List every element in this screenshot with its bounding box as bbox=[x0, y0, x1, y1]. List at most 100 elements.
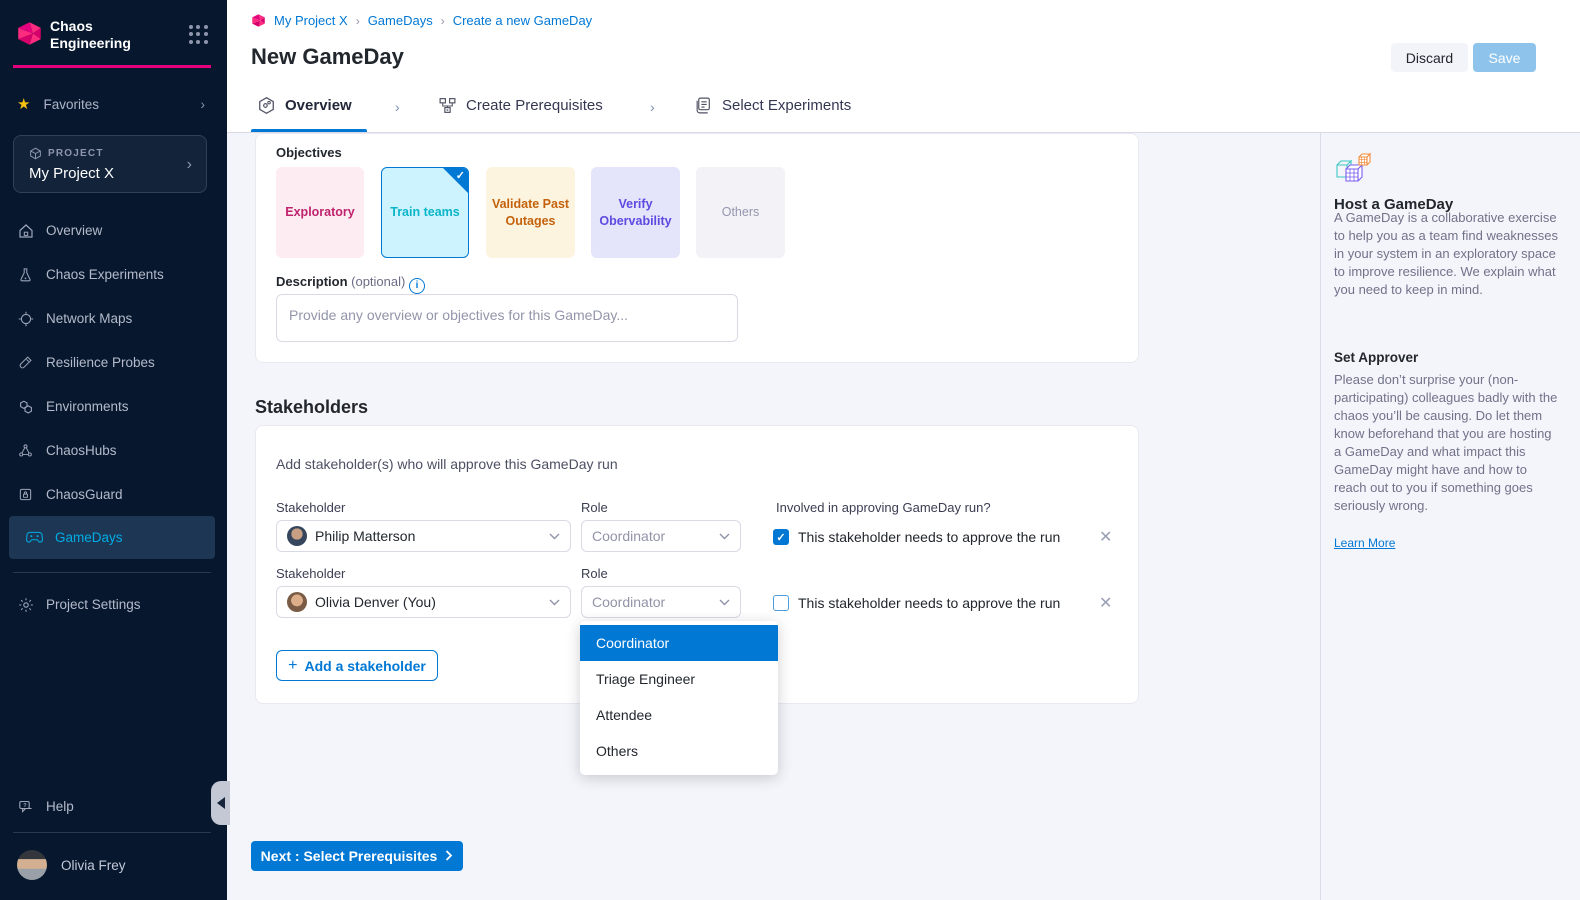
tab-overview[interactable]: Overview bbox=[257, 96, 352, 115]
sidebar-item-help[interactable]: ? Help bbox=[0, 785, 227, 828]
tab-select-experiments[interactable]: Select Experiments bbox=[694, 96, 851, 115]
chevron-right-icon: › bbox=[201, 97, 206, 112]
chevron-down-icon bbox=[549, 533, 560, 540]
sidebar-item-resilience-probes[interactable]: Resilience Probes bbox=[0, 341, 227, 384]
role-option-coordinator[interactable]: Coordinator bbox=[580, 625, 778, 661]
sidebar-item-project-settings[interactable]: Project Settings bbox=[0, 583, 227, 626]
stakeholders-heading: Stakeholders bbox=[255, 397, 368, 418]
objective-card-others[interactable]: Others bbox=[696, 167, 785, 258]
sidebar-item-chaosguard[interactable]: ChaosGuard bbox=[0, 473, 227, 516]
active-tab-underline bbox=[251, 129, 367, 132]
approve-checkbox-1[interactable]: ✓ bbox=[773, 529, 789, 545]
add-stakeholder-button[interactable]: + Add a stakeholder bbox=[276, 650, 438, 681]
objective-card-verify-obervability[interactable]: Verify Obervability bbox=[591, 167, 680, 258]
remove-stakeholder-1-icon[interactable]: ✕ bbox=[1099, 527, 1112, 547]
role-dropdown-menu: Coordinator Triage Engineer Attendee Oth… bbox=[580, 621, 778, 775]
star-icon: ★ bbox=[17, 95, 30, 113]
chevron-right-icon: › bbox=[395, 99, 400, 115]
sidebar-item-network-maps[interactable]: Network Maps bbox=[0, 297, 227, 340]
page-header: My Project X › GameDays › Create a new G… bbox=[227, 0, 1580, 133]
gear-icon bbox=[17, 596, 34, 613]
check-icon: ✓ bbox=[456, 168, 465, 185]
help-panel: Host a GameDay A GameDay is a collaborat… bbox=[1320, 133, 1580, 900]
remove-stakeholder-2-icon[interactable]: ✕ bbox=[1099, 593, 1112, 613]
breadcrumb: My Project X › GameDays › Create a new G… bbox=[251, 13, 592, 28]
learn-more-link[interactable]: Learn More bbox=[1334, 536, 1395, 550]
environments-icon bbox=[17, 398, 34, 415]
stakeholder-select-1[interactable]: Philip Matterson bbox=[276, 520, 571, 552]
gamepad-icon bbox=[26, 529, 43, 546]
tab-create-prerequisites[interactable]: Create Prerequisites bbox=[438, 96, 603, 115]
chevron-down-icon bbox=[549, 599, 560, 606]
harness-logo-icon bbox=[16, 20, 43, 47]
sidebar: ChaosEngineering ★ Favorites › PROJECT M… bbox=[0, 0, 227, 900]
sidebar-item-environments[interactable]: Environments bbox=[0, 385, 227, 428]
app-root: ChaosEngineering ★ Favorites › PROJECT M… bbox=[0, 0, 1580, 900]
description-label-row: Description (optional) i bbox=[276, 274, 425, 294]
objective-card-train-teams[interactable]: Train teams ✓ bbox=[381, 167, 469, 258]
breadcrumb-gamedays[interactable]: GameDays bbox=[368, 13, 433, 28]
home-icon bbox=[17, 222, 34, 239]
breadcrumb-project[interactable]: My Project X bbox=[274, 13, 348, 28]
breadcrumb-create[interactable]: Create a new GameDay bbox=[453, 13, 592, 28]
role-select-2[interactable]: Coordinator bbox=[581, 586, 741, 618]
stakeholder-column-label: Stakeholder bbox=[276, 500, 345, 515]
discard-button[interactable]: Discard bbox=[1391, 43, 1468, 72]
sidebar-collapse-handle[interactable] bbox=[211, 781, 230, 825]
help-panel-body: A GameDay is a collaborative exercise to… bbox=[1334, 209, 1560, 299]
role-select-1[interactable]: Coordinator bbox=[581, 520, 741, 552]
plus-icon: + bbox=[288, 657, 297, 675]
chevron-right-icon: › bbox=[650, 99, 655, 115]
overview-form-card: Objectives Exploratory Train teams ✓ Val… bbox=[255, 133, 1139, 363]
approve-text-1: This stakeholder needs to approve the ru… bbox=[798, 529, 1060, 545]
save-button[interactable]: Save bbox=[1473, 43, 1536, 72]
stakeholder-avatar bbox=[287, 526, 307, 546]
help-chat-icon: ? bbox=[17, 798, 34, 815]
layers-icon bbox=[694, 96, 713, 115]
sidebar-item-chaoshubs[interactable]: ChaosHubs bbox=[0, 429, 227, 472]
chevron-separator-icon: › bbox=[356, 14, 360, 28]
chevron-down-icon bbox=[719, 599, 730, 606]
help-panel-subtitle: Set Approver bbox=[1334, 350, 1418, 365]
next-select-prerequisites-button[interactable]: Next : Select Prerequisites bbox=[251, 841, 463, 871]
role-option-others[interactable]: Others bbox=[580, 733, 778, 769]
role-option-attendee[interactable]: Attendee bbox=[580, 697, 778, 733]
involved-column-label: Involved in approving GameDay run? bbox=[776, 500, 991, 515]
sidebar-divider bbox=[13, 832, 211, 833]
role-column-label: Role bbox=[581, 500, 608, 515]
sidebar-item-overview[interactable]: Overview bbox=[0, 209, 227, 252]
hub-icon bbox=[17, 442, 34, 459]
sidebar-user[interactable]: Olivia Frey bbox=[0, 846, 227, 884]
chevron-down-icon bbox=[719, 533, 730, 540]
stakeholder-select-2[interactable]: Olivia Denver (You) bbox=[276, 586, 571, 618]
brand-title: ChaosEngineering bbox=[50, 18, 131, 52]
info-icon[interactable]: i bbox=[409, 278, 425, 294]
stakeholders-subtitle: Add stakeholder(s) who will approve this… bbox=[276, 456, 618, 472]
page-title: New GameDay bbox=[251, 44, 404, 70]
sidebar-divider bbox=[13, 572, 211, 573]
role-option-triage-engineer[interactable]: Triage Engineer bbox=[580, 661, 778, 697]
sidebar-item-favorites[interactable]: ★ Favorites › bbox=[0, 86, 227, 122]
objective-card-exploratory[interactable]: Exploratory bbox=[276, 167, 364, 258]
role-column-label: Role bbox=[581, 566, 608, 581]
objective-card-validate-past-outages[interactable]: Validate Past Outages bbox=[486, 167, 575, 258]
cube-icon bbox=[29, 147, 42, 160]
chevron-separator-icon: › bbox=[441, 14, 445, 28]
app-switcher-icon[interactable] bbox=[189, 25, 209, 45]
project-selector[interactable]: PROJECT My Project X › bbox=[13, 135, 207, 193]
flask-icon bbox=[17, 266, 34, 283]
probe-icon bbox=[17, 354, 34, 371]
description-input[interactable] bbox=[276, 294, 738, 342]
stakeholder-column-label: Stakeholder bbox=[276, 566, 345, 581]
user-avatar bbox=[17, 850, 47, 880]
lock-icon bbox=[17, 486, 34, 503]
help-panel-body2: Please don’t surprise your (non-particip… bbox=[1334, 371, 1560, 515]
sidebar-item-gamedays[interactable]: GameDays bbox=[9, 516, 215, 559]
objectives-label: Objectives bbox=[276, 145, 342, 160]
approve-checkbox-2[interactable] bbox=[773, 595, 789, 611]
approve-text-2: This stakeholder needs to approve the ru… bbox=[798, 595, 1060, 611]
stakeholder-avatar bbox=[287, 592, 307, 612]
flowchart-icon bbox=[438, 96, 457, 115]
hexagon-gear-icon bbox=[257, 96, 276, 115]
sidebar-item-chaos-experiments[interactable]: Chaos Experiments bbox=[0, 253, 227, 296]
